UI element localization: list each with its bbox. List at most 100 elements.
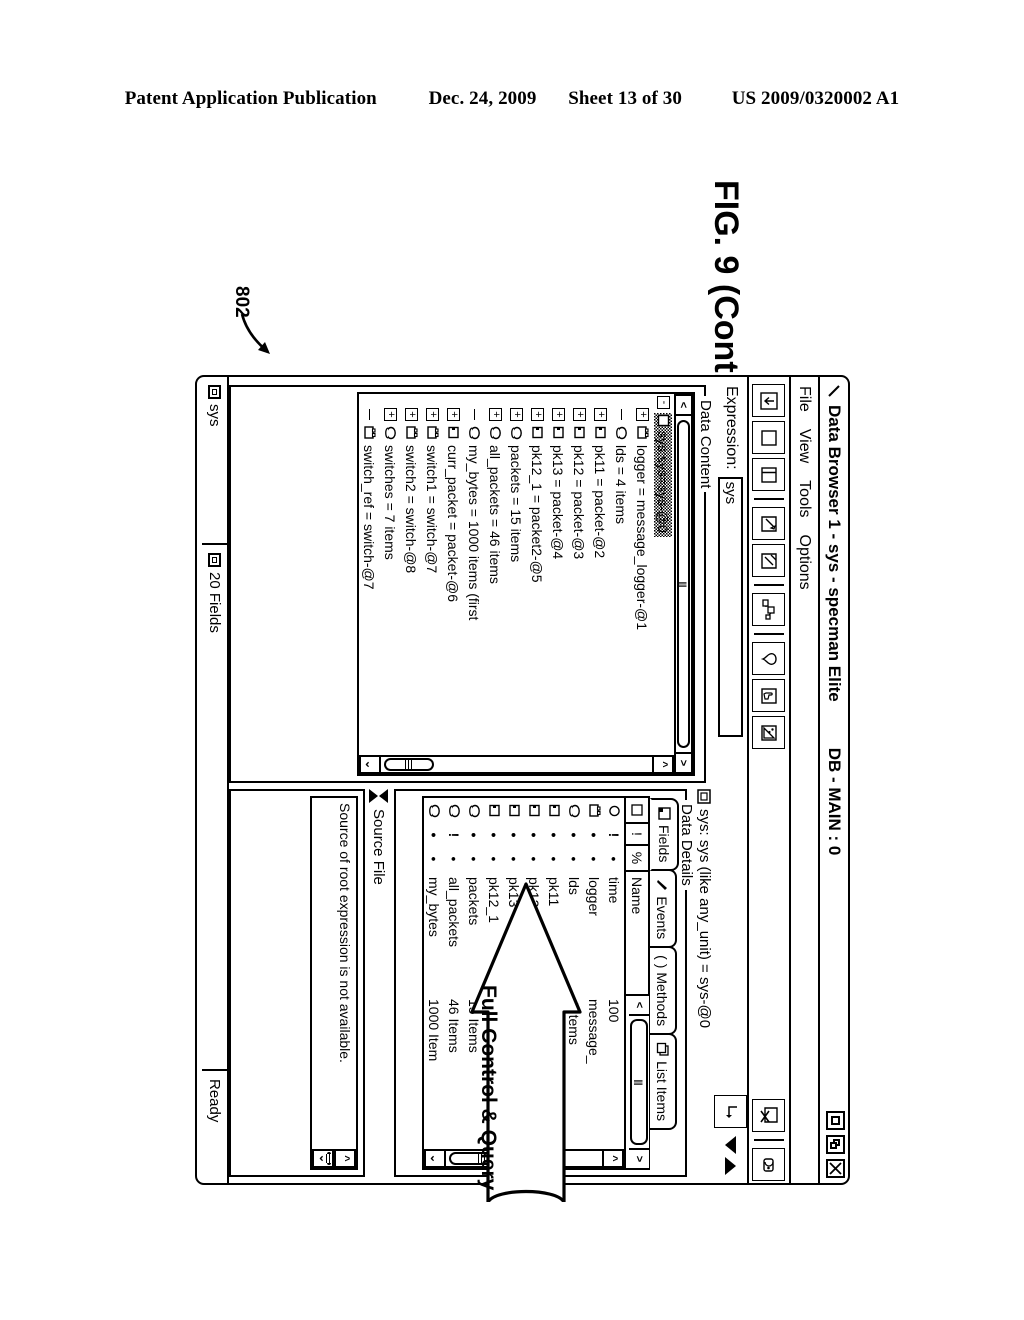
data-content-tree[interactable]: - sys:sys=sys-@0 + logger = message_logge… (359, 394, 674, 755)
fields-vscroll-up[interactable]: ^ (602, 1151, 622, 1166)
row-name-cell: all_packets (446, 877, 462, 948)
tree-expand-toggle[interactable]: + (510, 408, 523, 421)
menu-item-file[interactable]: File (796, 386, 814, 412)
data-content-hscrollbar[interactable]: < |||| > (674, 394, 693, 774)
tree-item[interactable]: + pk12_1 = packet2-@5 (527, 394, 548, 755)
tab-methods[interactable]: ( ) Methods (650, 946, 677, 1036)
source-next-icon[interactable] (369, 789, 379, 803)
source-vscroll-thumb[interactable] (325, 1152, 333, 1165)
tree-item[interactable]: + pk12 = packet-@3 (569, 394, 590, 755)
edit-page-icon[interactable] (752, 507, 786, 540)
tree-expand-toggle[interactable]: + (552, 408, 565, 421)
system-menu-icon[interactable] (824, 381, 844, 401)
hierarchy-icon[interactable] (752, 593, 786, 626)
table-row[interactable]: • • my_bytes 1000 Item (424, 798, 444, 1149)
hscroll-track[interactable]: |||| (676, 416, 691, 752)
col-value-header[interactable]: < |||| > (626, 996, 649, 1168)
tree-item-label: my_bytes = 1000 items (first (466, 445, 483, 621)
hscroll-left-button[interactable]: < (676, 396, 691, 416)
tree-expand-toggle[interactable]: + (573, 408, 586, 421)
row-name-cell: my_bytes (426, 877, 442, 937)
bulb-icon[interactable] (752, 642, 786, 675)
tree-item[interactable]: + curr_packet = packet-@6 (443, 394, 464, 755)
row-value-cell: 1000 Item (426, 999, 442, 1062)
menu-item-view[interactable]: View (796, 429, 814, 463)
tree-expand-toggle[interactable]: + (405, 408, 418, 421)
tree-root-row[interactable]: - sys:sys=sys-@0 (653, 394, 674, 755)
unit-icon (697, 789, 712, 804)
source-prev-icon[interactable] (379, 789, 389, 803)
hscroll-right-button[interactable]: > (676, 752, 691, 772)
tree-item[interactable]: + switch2 = switch-@8 (401, 394, 422, 755)
menu-item-tools[interactable]: Tools (796, 480, 814, 517)
hand-pointer-icon[interactable] (752, 679, 786, 712)
window-icon[interactable] (752, 421, 786, 454)
tree-item[interactable]: switch_ref = switch-@7 (359, 394, 380, 755)
tab-fields[interactable]: Fields (650, 798, 679, 872)
source-vscroll-up[interactable]: ^ (334, 1151, 355, 1166)
tree-root-toggle[interactable]: - (657, 396, 670, 409)
value-hscroll-left[interactable]: < (629, 996, 649, 1016)
menu-item-options[interactable]: Options (796, 535, 814, 590)
hscroll-thumb[interactable]: |||| (677, 420, 690, 748)
tree-item[interactable]: + logger = message_logger-@1 (632, 394, 653, 755)
tree-expand-toggle[interactable]: + (489, 408, 502, 421)
minimize-button[interactable] (826, 1111, 845, 1130)
table-row[interactable]: • • logger message_ (584, 798, 604, 1149)
expression-apply-button[interactable] (714, 1095, 748, 1128)
col-name-header[interactable]: Name (626, 872, 648, 996)
restore-button[interactable] (826, 1135, 845, 1154)
fields-vscroll-down[interactable]: ⌄ (426, 1151, 446, 1166)
download-icon[interactable] (752, 384, 786, 417)
expression-input[interactable]: sys (718, 476, 744, 737)
patent-number: US 2009/0320002 A1 (731, 88, 900, 109)
patent-page-header: Patent Application Publication Dec. 24, … (0, 88, 1024, 110)
tree-expand-toggle[interactable]: + (447, 408, 460, 421)
tree-item[interactable]: + switches = 7 items (380, 394, 401, 755)
tree-item[interactable]: lds = 4 items (611, 394, 632, 755)
vscroll-down-button[interactable]: ⌄ (361, 757, 381, 772)
tree-expand-toggle[interactable]: + (531, 408, 544, 421)
vscroll-thumb[interactable] (384, 758, 434, 771)
tab-events[interactable]: Events (650, 869, 677, 949)
close-button[interactable] (826, 1159, 845, 1178)
tree-item[interactable]: my_bytes = 1000 items (first (464, 394, 485, 755)
window-title: Data Browser 1 - sys - specman Elite (825, 405, 844, 702)
data-content-vscrollbar[interactable]: ^ ⌄ (359, 755, 674, 774)
col-percent-header[interactable]: % (626, 846, 648, 872)
vscroll-track[interactable] (381, 757, 652, 772)
source-vscrollbar[interactable]: ^ ⌄ (312, 1149, 357, 1168)
triangle-down-icon[interactable] (725, 1136, 737, 1154)
tree-root-selected[interactable]: sys:sys=sys-@0 (654, 413, 673, 537)
row-percent-cell: • (586, 856, 602, 862)
new-page-icon[interactable] (752, 544, 786, 577)
tree-item[interactable]: + pk13 = packet-@4 (548, 394, 569, 755)
tab-list-items[interactable]: List Items (650, 1033, 677, 1130)
tree-expand-toggle[interactable]: + (426, 408, 439, 421)
vscroll-up-button[interactable]: ^ (652, 757, 672, 772)
row-flag-cell: • (566, 832, 582, 838)
tree-item[interactable]: + packets = 15 items (506, 394, 527, 755)
split-window-icon[interactable] (752, 458, 786, 491)
col-bang-header[interactable]: ! (626, 824, 648, 846)
tree-item[interactable]: + switch1 = switch-@7 (422, 394, 443, 755)
row-value-cell: message_ (586, 999, 602, 1064)
scatter-icon[interactable] (752, 716, 786, 749)
tree-item-icon (636, 425, 650, 441)
triangle-up-icon[interactable] (725, 1157, 737, 1175)
table-row[interactable]: ! • all_packets 46 Items (444, 798, 464, 1149)
tree-item[interactable]: + pk11 = packet-@2 (590, 394, 611, 755)
tree-expand-toggle[interactable]: + (384, 408, 397, 421)
unit-icon (427, 426, 440, 439)
value-hscroll-right[interactable]: > (629, 1148, 649, 1168)
tree-expand-toggle[interactable]: + (594, 408, 607, 421)
bytes-icon (429, 804, 440, 818)
data-content-panel: < |||| > - sys:sys=sys-@0 + logger = mes… (357, 392, 695, 776)
lock-icon[interactable] (752, 1148, 786, 1181)
delete-page-icon[interactable] (752, 1099, 786, 1132)
tree-expand-toggle[interactable]: + (636, 408, 649, 421)
tree-item[interactable]: + all_packets = 46 items (485, 394, 506, 755)
tree-item-icon (405, 425, 419, 441)
table-row[interactable]: ! • time 100 (604, 798, 624, 1149)
value-hscroll-thumb[interactable]: |||| (630, 1019, 648, 1145)
